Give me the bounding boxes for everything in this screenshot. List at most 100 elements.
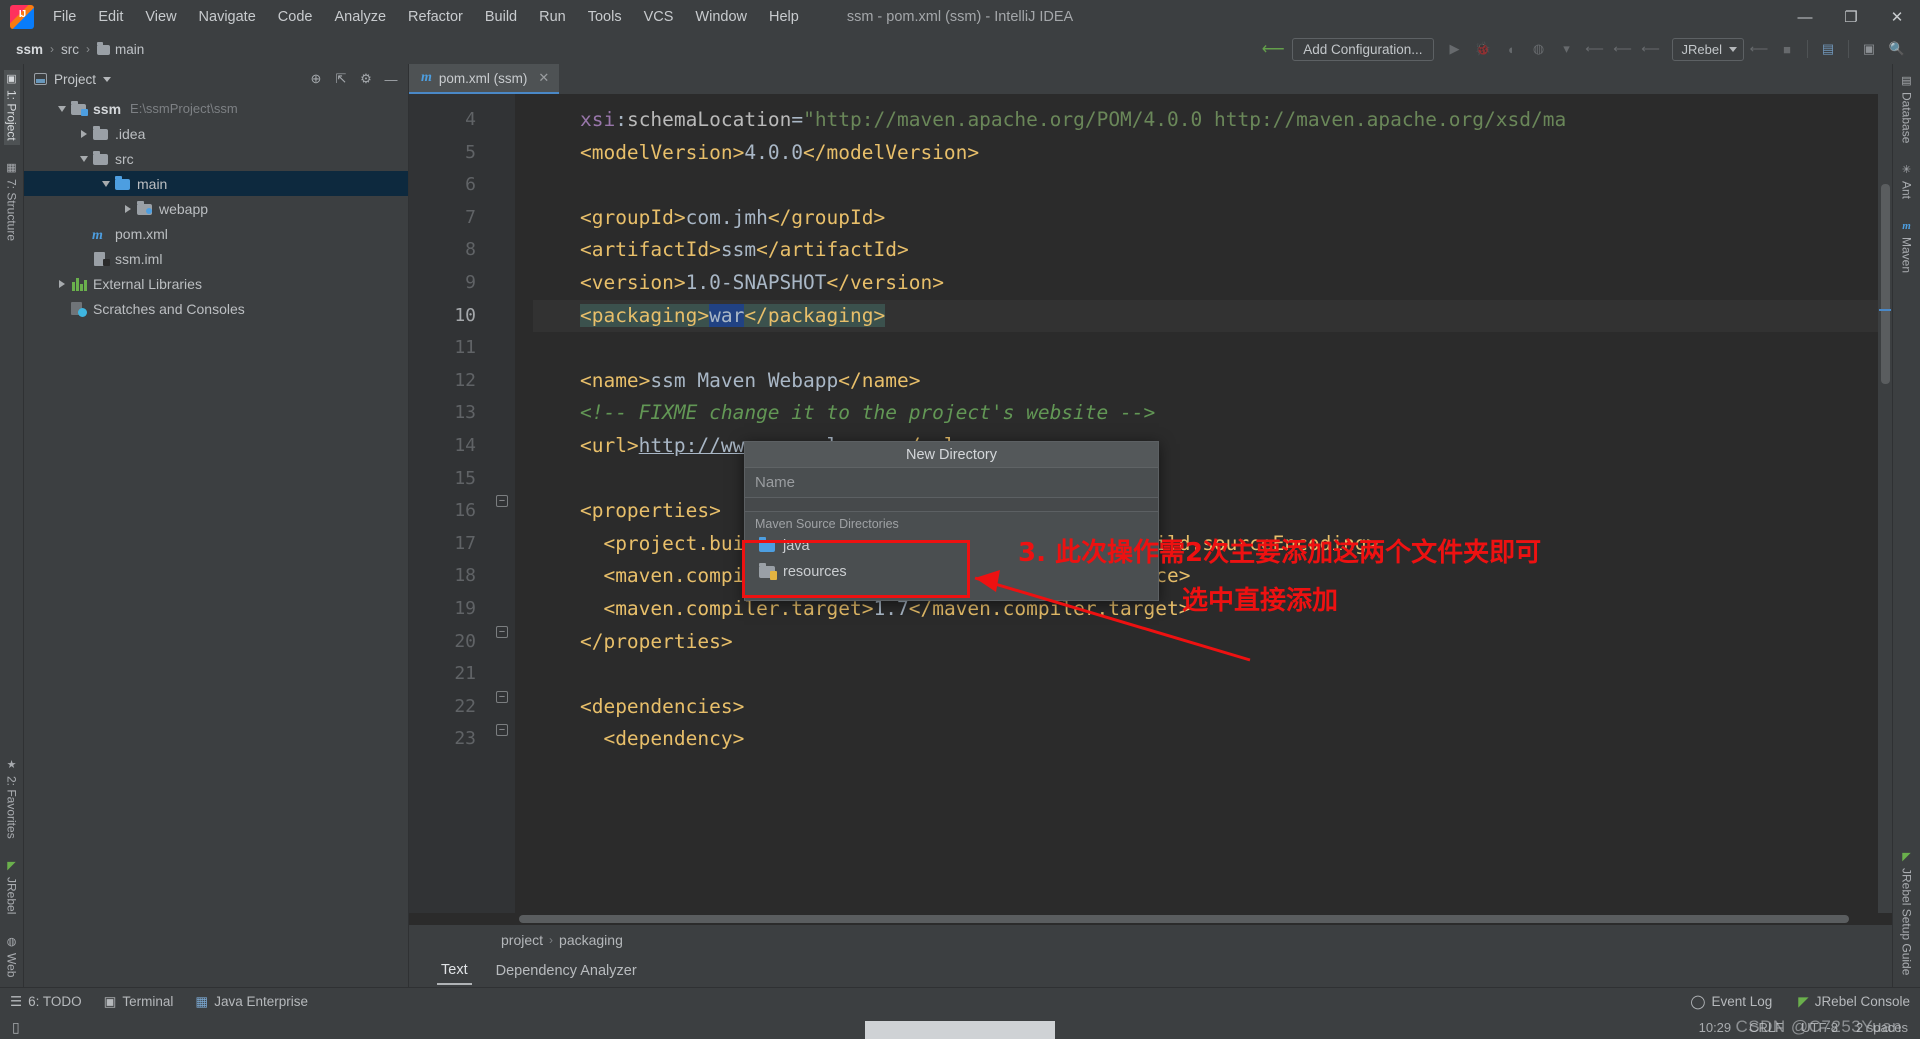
close-icon[interactable]: ✕ bbox=[538, 70, 549, 86]
expand-arrow-icon[interactable] bbox=[54, 279, 70, 288]
tool-window-jrebel-console[interactable]: ◤ JRebel Console bbox=[1798, 994, 1910, 1010]
sidebar-item-ant[interactable]: ✳ Ant bbox=[1899, 161, 1915, 203]
menu-view[interactable]: View bbox=[134, 5, 187, 29]
menu-edit[interactable]: Edit bbox=[87, 5, 134, 29]
menu-build[interactable]: Build bbox=[474, 5, 528, 29]
jrebel-coverage-icon[interactable]: ⟵ bbox=[1638, 37, 1664, 61]
new-directory-name-input[interactable]: Name bbox=[745, 468, 1158, 498]
jrebel-dropdown[interactable]: JRebel bbox=[1671, 37, 1744, 61]
line-number: 11 bbox=[454, 337, 476, 359]
vertical-scrollbar-thumb[interactable] bbox=[1881, 184, 1890, 384]
maximize-button[interactable]: ❐ bbox=[1828, 0, 1874, 34]
sidebar-item-maven[interactable]: m Maven bbox=[1899, 217, 1915, 277]
tree-node-label: .idea bbox=[115, 125, 146, 142]
tree-node-main[interactable]: main bbox=[24, 171, 408, 196]
tool-window-todo[interactable]: ☰ 6: TODO bbox=[10, 994, 82, 1010]
sidebar-item-web[interactable]: ◍ Web bbox=[4, 933, 20, 981]
fold-marker-properties-open[interactable]: − bbox=[496, 495, 508, 507]
sidebar-item-jrebel-setup-guide[interactable]: ◤ JRebel Setup Guide bbox=[1899, 848, 1915, 979]
menu-analyze[interactable]: Analyze bbox=[323, 5, 397, 29]
jrebel-run-icon[interactable]: ⟵ bbox=[1582, 37, 1608, 61]
tree-node-pom-xml[interactable]: m pom.xml bbox=[24, 221, 408, 246]
sidebar-item-jrebel-setup-guide-label: JRebel Setup Guide bbox=[1899, 867, 1914, 975]
tree-node-scratches-and-consoles[interactable]: Scratches and Consoles bbox=[24, 296, 408, 321]
menu-vcs[interactable]: VCS bbox=[633, 5, 685, 29]
new-directory-dialog[interactable]: New Directory Name Maven Source Director… bbox=[744, 441, 1159, 601]
menu-refactor[interactable]: Refactor bbox=[397, 5, 474, 29]
sidebar-item-project[interactable]: ▣ 1: Project bbox=[3, 70, 20, 145]
status-encoding[interactable]: UTF-8 bbox=[1801, 1020, 1838, 1035]
code-folding-gutter[interactable]: − − − − bbox=[489, 94, 515, 913]
code-text[interactable]: xsi:schemaLocation="http://maven.apache.… bbox=[515, 94, 1878, 913]
tool-window-java-enterprise[interactable]: ▦ Java Enterprise bbox=[195, 994, 308, 1010]
breadcrumb-item-ssm[interactable]: ssm bbox=[12, 40, 47, 59]
expand-arrow-icon[interactable] bbox=[120, 204, 136, 213]
profile-icon[interactable]: ◍ bbox=[1526, 37, 1552, 61]
menu-tools[interactable]: Tools bbox=[577, 5, 633, 29]
breadcrumb-item-src[interactable]: src bbox=[57, 40, 83, 59]
build-hammer-icon[interactable]: ⟵ bbox=[1260, 37, 1286, 61]
tree-node-webapp[interactable]: webapp bbox=[24, 196, 408, 221]
menu-window[interactable]: Window bbox=[684, 5, 758, 29]
code-line-8: <artifactId>ssm</artifactId> bbox=[579, 238, 909, 262]
fold-marker-properties-close[interactable]: − bbox=[496, 626, 508, 638]
sidebar-item-structure[interactable]: ▦ 7: Structure bbox=[4, 159, 20, 245]
tree-node-external-libraries[interactable]: External Libraries bbox=[24, 271, 408, 296]
tree-node-ssm-iml[interactable]: ssm.iml bbox=[24, 246, 408, 271]
collapse-all-icon[interactable]: ⇱ bbox=[330, 68, 352, 90]
horizontal-scrollbar[interactable] bbox=[409, 913, 1892, 925]
stop-icon[interactable]: ■ bbox=[1774, 37, 1800, 61]
close-button[interactable]: ✕ bbox=[1874, 0, 1920, 34]
menu-file[interactable]: File bbox=[42, 5, 87, 29]
status-indent[interactable]: 2 spaces bbox=[1856, 1020, 1908, 1035]
fold-marker-dependencies[interactable]: − bbox=[496, 691, 508, 703]
sidebar-item-favorites[interactable]: ★ 2: Favorites bbox=[4, 756, 20, 843]
debug-icon[interactable]: 🐞 bbox=[1470, 37, 1496, 61]
breadcrumb-item-main[interactable]: main bbox=[93, 40, 148, 59]
tree-node-src[interactable]: src bbox=[24, 146, 408, 171]
line-number: 16 bbox=[454, 500, 476, 522]
menu-navigate[interactable]: Navigate bbox=[188, 5, 267, 29]
external-libraries-icon bbox=[70, 276, 88, 292]
fold-marker-dependency[interactable]: − bbox=[496, 724, 508, 736]
settings-gear-icon[interactable]: ⚙ bbox=[355, 68, 377, 90]
chevron-down-icon[interactable]: ▾ bbox=[1554, 37, 1580, 61]
expand-arrow-icon[interactable] bbox=[54, 105, 70, 112]
project-structure-icon[interactable]: ▤ bbox=[1815, 37, 1841, 61]
hide-icon[interactable]: — bbox=[380, 68, 402, 90]
editor-breadcrumb-project[interactable]: project bbox=[501, 932, 543, 948]
run-icon[interactable]: ▶ bbox=[1442, 37, 1468, 61]
jrebel-debug-icon[interactable]: ⟵ bbox=[1610, 37, 1636, 61]
tree-node-ssm[interactable]: ssm E:\ssmProject\ssm bbox=[24, 96, 408, 121]
memory-indicator[interactable] bbox=[865, 1021, 1055, 1039]
tool-window-terminal[interactable]: ▣ Terminal bbox=[104, 994, 174, 1010]
tab-text[interactable]: Text bbox=[437, 957, 472, 985]
locate-icon[interactable]: ⊕ bbox=[305, 68, 327, 90]
editor-marker-rail[interactable] bbox=[1878, 94, 1892, 913]
sidebar-item-database[interactable]: ▤ Database bbox=[1899, 72, 1915, 147]
jrebel-stop-icon[interactable]: ⟵ bbox=[1746, 37, 1772, 61]
menu-code[interactable]: Code bbox=[267, 5, 324, 29]
search-everywhere-icon[interactable]: 🔍 bbox=[1884, 37, 1910, 61]
editor-tab-pom-xml[interactable]: m pom.xml (ssm) ✕ bbox=[409, 64, 560, 94]
project-panel-title[interactable]: Project bbox=[34, 72, 112, 87]
minimize-button[interactable]: — bbox=[1782, 0, 1828, 34]
editor-breadcrumb-packaging[interactable]: packaging bbox=[559, 932, 623, 948]
expand-arrow-icon[interactable] bbox=[76, 129, 92, 138]
run-with-coverage-icon[interactable]: ◖ bbox=[1498, 37, 1524, 61]
expand-arrow-icon[interactable] bbox=[98, 180, 114, 187]
tree-node-idea[interactable]: .idea bbox=[24, 121, 408, 146]
module-folder-icon bbox=[70, 100, 88, 117]
horizontal-scrollbar-thumb[interactable] bbox=[519, 915, 1849, 923]
terminal-icon[interactable]: ▣ bbox=[1856, 37, 1882, 61]
tab-dependency-analyzer[interactable]: Dependency Analyzer bbox=[492, 958, 641, 984]
annotation-line-1: 3. 此次操作需2次主要添加这两个文件夹即可 bbox=[1018, 538, 1542, 568]
status-line-separator[interactable]: CRLF bbox=[1749, 1020, 1783, 1035]
menu-run[interactable]: Run bbox=[528, 5, 577, 29]
add-configuration-button[interactable]: Add Configuration... bbox=[1292, 37, 1434, 61]
tool-window-event-log[interactable]: ◯ Event Log bbox=[1690, 994, 1772, 1010]
menu-help[interactable]: Help bbox=[758, 5, 810, 29]
sidebar-item-jrebel[interactable]: ◤ JRebel bbox=[4, 857, 20, 918]
line-separator-icon[interactable]: ▯ bbox=[12, 1019, 20, 1036]
expand-arrow-icon[interactable] bbox=[76, 155, 92, 162]
